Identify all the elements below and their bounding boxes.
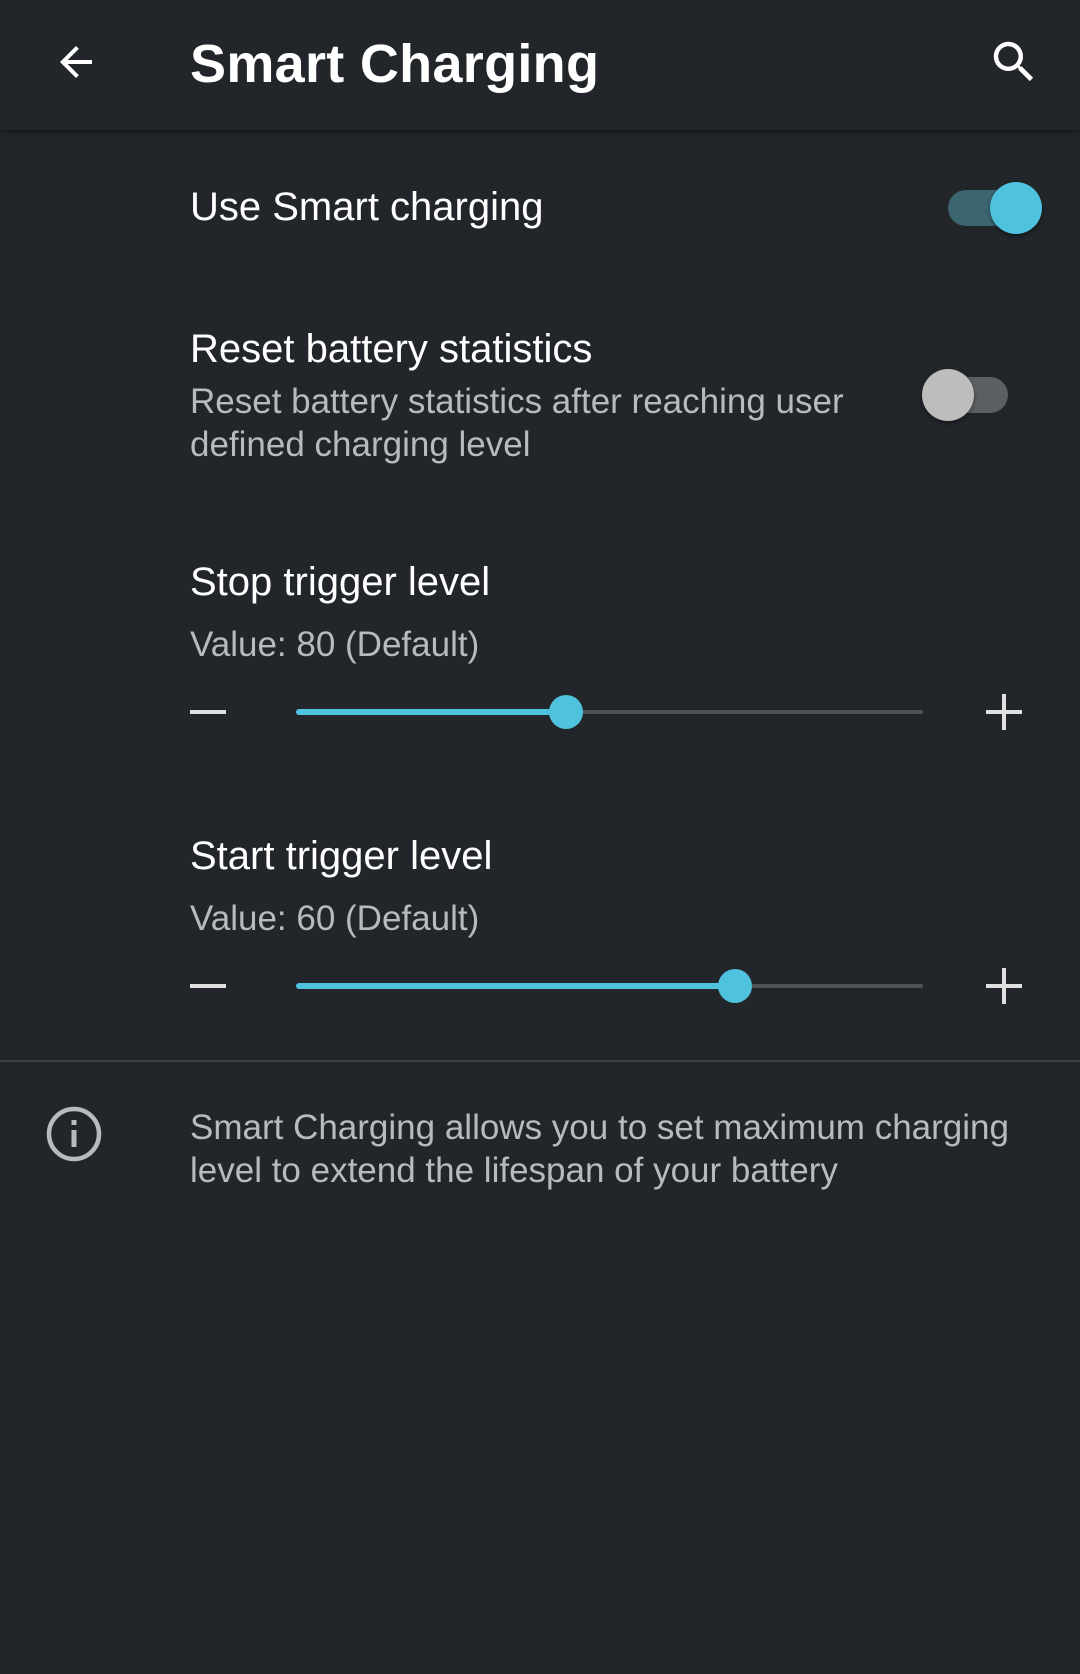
switch-thumb bbox=[990, 182, 1042, 234]
switch-thumb bbox=[922, 369, 974, 421]
start-trigger-slider[interactable] bbox=[0, 946, 1080, 1026]
pref-use-smart-charging[interactable]: Use Smart charging bbox=[0, 130, 1080, 290]
pref-title: Start trigger level bbox=[190, 834, 493, 878]
stop-decrease-button[interactable] bbox=[172, 684, 244, 740]
pref-title: Use Smart charging bbox=[190, 185, 544, 229]
pref-title: Stop trigger level bbox=[190, 560, 491, 604]
start-increase-button[interactable] bbox=[968, 958, 1040, 1014]
slider-thumb[interactable] bbox=[717, 969, 752, 1003]
search-button[interactable] bbox=[978, 26, 1050, 98]
search-icon bbox=[993, 41, 1034, 82]
minus-icon bbox=[190, 710, 226, 714]
slider-fill bbox=[296, 709, 566, 715]
divider bbox=[0, 1060, 1080, 1062]
info-text: Smart Charging allows you to set maximum… bbox=[190, 1108, 1009, 1190]
reset-battery-statistics-switch[interactable] bbox=[922, 364, 1012, 424]
info-icon bbox=[46, 1106, 102, 1162]
smart-charging-screen: Smart Charging Use Smart charging Reset … bbox=[0, 0, 1080, 1674]
pref-title: Reset battery statistics bbox=[190, 327, 593, 371]
plus-icon bbox=[986, 694, 1022, 730]
plus-icon bbox=[986, 968, 1022, 1004]
slider-fill bbox=[296, 983, 735, 989]
pref-summary: Reset battery statistics after reaching … bbox=[190, 382, 844, 464]
arrow-back-icon bbox=[60, 46, 92, 78]
stop-trigger-slider[interactable] bbox=[0, 672, 1080, 752]
use-smart-charging-switch[interactable] bbox=[940, 177, 1042, 237]
pref-reset-battery-statistics[interactable]: Reset battery statistics Reset battery s… bbox=[0, 300, 1080, 500]
slider-thumb[interactable] bbox=[548, 695, 583, 729]
page-title: Smart Charging bbox=[190, 34, 600, 94]
app-bar: Smart Charging bbox=[0, 0, 1080, 130]
pref-summary: Value: 60 (Default) bbox=[190, 899, 480, 938]
pref-summary: Value: 80 (Default) bbox=[190, 625, 480, 664]
stop-increase-button[interactable] bbox=[968, 684, 1040, 740]
minus-icon bbox=[190, 984, 226, 988]
back-button[interactable] bbox=[40, 26, 112, 98]
start-decrease-button[interactable] bbox=[172, 958, 244, 1014]
